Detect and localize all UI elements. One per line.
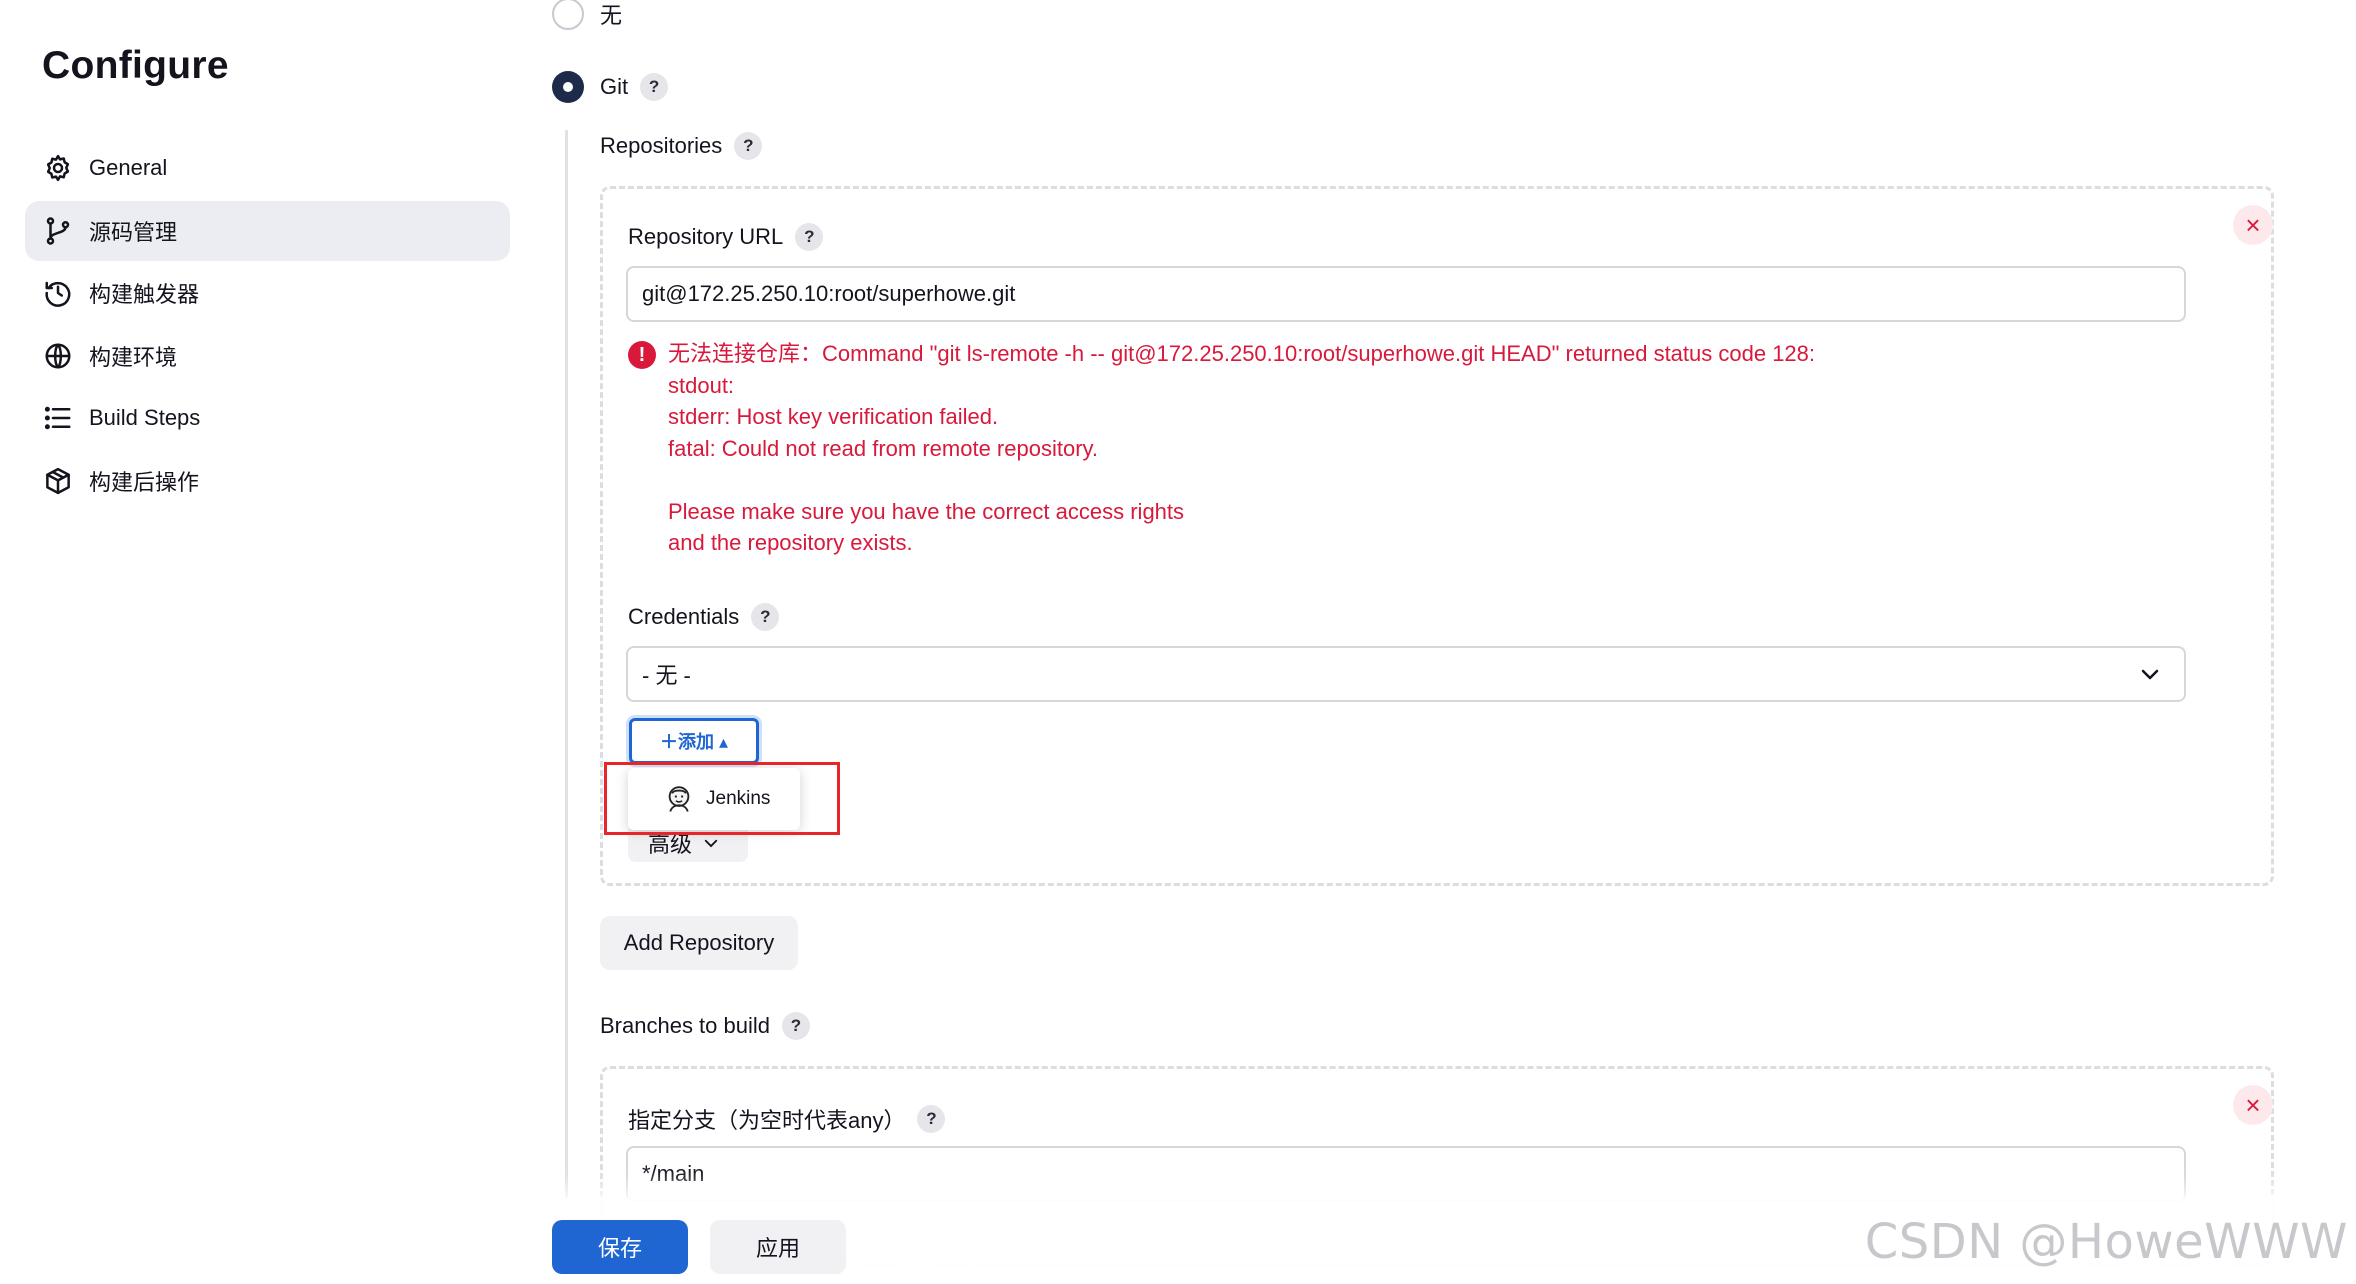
repositories-heading: Repositories ? xyxy=(600,132,763,160)
branches-heading: Branches to build ? xyxy=(600,1012,810,1040)
radio-none-label: 无 xyxy=(600,3,623,28)
credentials-select[interactable]: - 无 - xyxy=(626,646,2186,702)
highlight-box xyxy=(604,762,840,835)
watermark: CSDN @HoweWWW xyxy=(1864,1214,2348,1270)
chevron-down-icon xyxy=(704,839,718,848)
sidebar-item-scm[interactable]: 源码管理 xyxy=(25,200,510,261)
repository-url-heading: Repository URL ? xyxy=(628,223,824,251)
error-line xyxy=(668,464,2068,496)
sidebar-item-general[interactable]: General xyxy=(25,138,510,198)
repositories-help-icon[interactable]: ? xyxy=(734,132,763,160)
error-line: and the repository exists. xyxy=(668,530,913,555)
branch-specifier-input[interactable]: */main xyxy=(626,1146,2186,1202)
sidebar: Configure General 源码管理 构建触发器 构建环境 Build … xyxy=(0,0,530,1284)
sidebar-item-build-steps[interactable]: Build Steps xyxy=(25,388,510,448)
branch-specifier-label: 指定分支（为空时代表any） xyxy=(628,1108,906,1133)
git-help-icon[interactable]: ? xyxy=(640,73,669,101)
error-icon: ! xyxy=(628,341,656,369)
repositories-label: Repositories xyxy=(600,133,723,158)
save-button[interactable]: 保存 xyxy=(552,1220,688,1274)
sidebar-item-label: 源码管理 xyxy=(89,219,178,245)
add-repository-button[interactable]: Add Repository xyxy=(600,916,798,970)
repository-url-label: Repository URL xyxy=(628,224,784,249)
credentials-label: Credentials xyxy=(628,604,740,629)
configure-page: Configure General 源码管理 构建触发器 构建环境 Build … xyxy=(0,0,2356,1284)
sidebar-item-label: 构建后操作 xyxy=(89,469,200,495)
repository-url-input[interactable]: git@172.25.250.10:root/superhowe.git xyxy=(626,266,2186,322)
apply-button[interactable]: 应用 xyxy=(710,1220,846,1274)
radio-none[interactable] xyxy=(552,0,584,30)
radio-git[interactable] xyxy=(552,71,584,103)
sidebar-item-build-triggers[interactable]: 构建触发器 xyxy=(25,263,510,323)
page-title: Configure xyxy=(42,44,229,87)
scm-section: 无 Git ? Repositories ? × Repository URL … xyxy=(540,0,2340,1284)
globe-icon xyxy=(41,339,75,373)
scm-option-git[interactable]: Git ? xyxy=(552,71,669,103)
connection-error-message: 无法连接仓库：Command "git ls-remote -h -- git@… xyxy=(668,338,2068,559)
sidebar-item-label: General xyxy=(89,155,168,180)
git-branch-icon xyxy=(41,214,75,248)
close-icon[interactable]: × xyxy=(2233,205,2273,245)
credentials-selected-value: - 无 - xyxy=(642,663,691,688)
sidebar-item-post-build[interactable]: 构建后操作 xyxy=(25,451,510,511)
credentials-heading: Credentials ? xyxy=(628,603,780,631)
chevron-down-icon xyxy=(2141,669,2159,680)
add-credentials-button[interactable]: ＋添加 ▴ xyxy=(629,718,759,764)
sidebar-item-label: 构建触发器 xyxy=(89,282,200,307)
error-line: fatal: Could not read from remote reposi… xyxy=(668,435,1099,461)
credentials-help-icon[interactable]: ? xyxy=(751,603,780,631)
sidebar-nav: General 源码管理 构建触发器 构建环境 Build Steps 构建后操… xyxy=(25,138,510,513)
list-icon xyxy=(41,401,75,435)
error-line: Please make sure you have the correct ac… xyxy=(668,498,1185,524)
sidebar-item-label: 构建环境 xyxy=(89,344,178,370)
error-line: 无法连接仓库：Command "git ls-remote -h -- git@… xyxy=(668,341,1816,366)
branch-specifier-help-icon[interactable]: ? xyxy=(917,1105,946,1133)
section-divider xyxy=(565,130,568,1200)
close-icon[interactable]: × xyxy=(2233,1085,2273,1125)
error-line: stdout: xyxy=(668,372,735,398)
repository-url-help-icon[interactable]: ? xyxy=(795,223,824,251)
clock-icon xyxy=(41,276,75,310)
branches-help-icon[interactable]: ? xyxy=(782,1012,810,1040)
radio-git-label: Git xyxy=(600,74,629,99)
scm-option-none[interactable]: 无 xyxy=(552,0,622,30)
branch-specifier-heading: 指定分支（为空时代表any） ? xyxy=(628,1103,946,1135)
package-icon xyxy=(41,464,75,498)
error-line: stderr: Host key verification failed. xyxy=(668,404,999,429)
branches-label: Branches to build xyxy=(600,1013,770,1038)
sidebar-item-label: Build Steps xyxy=(89,405,201,430)
sidebar-item-build-environment[interactable]: 构建环境 xyxy=(25,326,510,386)
gear-icon xyxy=(41,151,75,185)
